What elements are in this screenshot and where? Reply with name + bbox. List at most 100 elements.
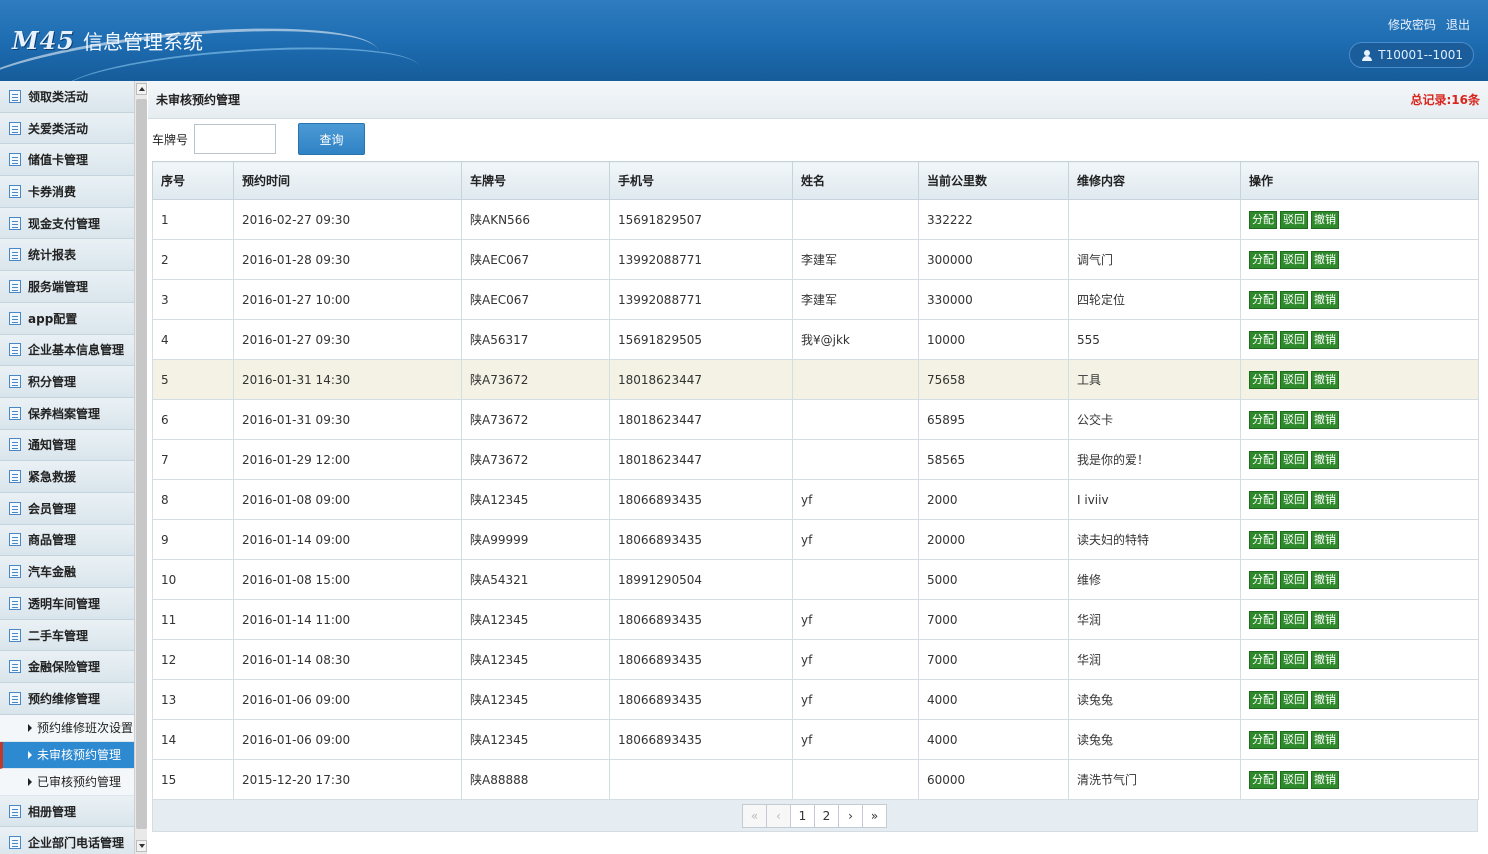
- table-cell: 18066893435: [609, 719, 793, 760]
- prev-page-button[interactable]: ‹: [766, 803, 791, 828]
- reject-button[interactable]: 驳回: [1280, 730, 1308, 749]
- table-cell: 12: [152, 639, 234, 680]
- sidebar-item[interactable]: 企业部门电话管理: [0, 827, 134, 854]
- assign-button[interactable]: 分配: [1249, 450, 1277, 469]
- sidebar-item[interactable]: 相册管理: [0, 795, 134, 828]
- revoke-button[interactable]: 撤销: [1311, 730, 1339, 749]
- table-cell: 2016-01-06 09:00: [233, 719, 462, 760]
- document-icon: [9, 438, 21, 452]
- sidebar-item[interactable]: 统计报表: [0, 239, 134, 272]
- assign-button[interactable]: 分配: [1249, 210, 1277, 229]
- sidebar-item[interactable]: 紧急救援: [0, 461, 134, 493]
- sidebar-subitem[interactable]: 已审核预约管理: [0, 768, 134, 796]
- sidebar-item[interactable]: 透明车间管理: [0, 588, 134, 620]
- sidebar-item[interactable]: 领取类活动: [0, 81, 134, 113]
- table-cell: 2016-01-14 09:00: [233, 519, 462, 560]
- sidebar-item[interactable]: 通知管理: [0, 429, 134, 462]
- sidebar-item[interactable]: 服务端管理: [0, 271, 134, 303]
- search-button[interactable]: 查询: [298, 123, 366, 155]
- revoke-button[interactable]: 撤销: [1311, 610, 1339, 629]
- revoke-button[interactable]: 撤销: [1311, 210, 1339, 229]
- sidebar-item[interactable]: 企业基本信息管理: [0, 334, 134, 367]
- table-row: 1 2016-02-27 09:30 陕AKN566 15691829507 33222…: [152, 199, 1479, 240]
- assign-button[interactable]: 分配: [1249, 410, 1277, 429]
- plate-search-input[interactable]: [194, 124, 277, 154]
- sidebar-item[interactable]: 现金支付管理: [0, 207, 134, 240]
- logout-link[interactable]: 退出: [1446, 16, 1470, 33]
- sidebar-subitem[interactable]: 预约维修班次设置: [0, 714, 134, 742]
- reject-button[interactable]: 驳回: [1280, 370, 1308, 389]
- sidebar-item[interactable]: 二手车管理: [0, 619, 134, 652]
- reject-button[interactable]: 驳回: [1280, 210, 1308, 229]
- reject-button[interactable]: 驳回: [1280, 330, 1308, 349]
- assign-button[interactable]: 分配: [1249, 570, 1277, 589]
- last-page-button[interactable]: »: [862, 803, 887, 828]
- revoke-button[interactable]: 撤销: [1311, 330, 1339, 349]
- revoke-button[interactable]: 撤销: [1311, 690, 1339, 709]
- sidebar-item[interactable]: 保养档案管理: [0, 397, 134, 430]
- assign-button[interactable]: 分配: [1249, 290, 1277, 309]
- sidebar-item[interactable]: 会员管理: [0, 492, 134, 525]
- actions-cell: 分配 驳回 撤销: [1240, 519, 1479, 560]
- reject-button[interactable]: 驳回: [1280, 610, 1308, 629]
- assign-button[interactable]: 分配: [1249, 690, 1277, 709]
- table-cell: 20000: [918, 519, 1069, 560]
- next-page-button[interactable]: ›: [838, 803, 863, 828]
- reject-button[interactable]: 驳回: [1280, 250, 1308, 269]
- revoke-button[interactable]: 撤销: [1311, 370, 1339, 389]
- reject-button[interactable]: 驳回: [1280, 770, 1308, 789]
- table-cell: 读兔兔: [1068, 719, 1241, 760]
- reject-button[interactable]: 驳回: [1280, 290, 1308, 309]
- reject-button[interactable]: 驳回: [1280, 450, 1308, 469]
- revoke-button[interactable]: 撤销: [1311, 650, 1339, 669]
- assign-button[interactable]: 分配: [1249, 330, 1277, 349]
- reject-button[interactable]: 驳回: [1280, 410, 1308, 429]
- assign-button[interactable]: 分配: [1249, 250, 1277, 269]
- sidebar-item[interactable]: 商品管理: [0, 524, 134, 557]
- sidebar-item[interactable]: 预约维修管理: [0, 683, 134, 715]
- revoke-button[interactable]: 撤销: [1311, 250, 1339, 269]
- first-page-button[interactable]: «: [742, 803, 767, 828]
- revoke-button[interactable]: 撤销: [1311, 490, 1339, 509]
- assign-button[interactable]: 分配: [1249, 770, 1277, 789]
- table-cell: 我¥@jkk: [792, 319, 919, 360]
- sidebar-item[interactable]: 卡券消费: [0, 176, 134, 208]
- revoke-button[interactable]: 撤销: [1311, 290, 1339, 309]
- page-1-button[interactable]: 1: [790, 803, 815, 828]
- table-cell: 65895: [918, 399, 1069, 440]
- reject-button[interactable]: 驳回: [1280, 530, 1308, 549]
- sidebar-item[interactable]: 汽车金融: [0, 556, 134, 588]
- table-cell: 陕A73672: [461, 439, 610, 480]
- assign-button[interactable]: 分配: [1249, 370, 1277, 389]
- reject-button[interactable]: 驳回: [1280, 490, 1308, 509]
- scrollbar-thumb[interactable]: [136, 99, 147, 829]
- assign-button[interactable]: 分配: [1249, 610, 1277, 629]
- revoke-button[interactable]: 撤销: [1311, 530, 1339, 549]
- sidebar-item[interactable]: 关爱类活动: [0, 112, 134, 145]
- assign-button[interactable]: 分配: [1249, 650, 1277, 669]
- sidebar-subitem[interactable]: 未审核预约管理: [0, 741, 134, 769]
- assign-button[interactable]: 分配: [1249, 730, 1277, 749]
- assign-button[interactable]: 分配: [1249, 530, 1277, 549]
- revoke-button[interactable]: 撤销: [1311, 410, 1339, 429]
- sidebar-item[interactable]: 积分管理: [0, 366, 134, 398]
- reject-button[interactable]: 驳回: [1280, 570, 1308, 589]
- revoke-button[interactable]: 撤销: [1311, 450, 1339, 469]
- revoke-button[interactable]: 撤销: [1311, 570, 1339, 589]
- page-2-button[interactable]: 2: [814, 803, 839, 828]
- change-password-link[interactable]: 修改密码: [1388, 16, 1436, 33]
- sidebar-item[interactable]: 金融保险管理: [0, 651, 134, 684]
- table-row: 8 2016-01-08 09:00 陕A12345 18066893435 yf 200…: [152, 479, 1479, 520]
- sidebar-scrollbar[interactable]: [134, 81, 147, 854]
- revoke-button[interactable]: 撤销: [1311, 770, 1339, 789]
- reject-button[interactable]: 驳回: [1280, 650, 1308, 669]
- sidebar-item-label: 服务端管理: [28, 279, 89, 294]
- sidebar-item[interactable]: 储值卡管理: [0, 144, 134, 177]
- plate-search-label: 车牌号: [152, 132, 189, 147]
- table-cell: 8: [152, 479, 234, 520]
- scroll-up-arrow-icon[interactable]: [136, 83, 147, 95]
- assign-button[interactable]: 分配: [1249, 490, 1277, 509]
- scroll-down-arrow-icon[interactable]: [136, 840, 147, 852]
- sidebar-item[interactable]: app配置: [0, 302, 134, 335]
- reject-button[interactable]: 驳回: [1280, 690, 1308, 709]
